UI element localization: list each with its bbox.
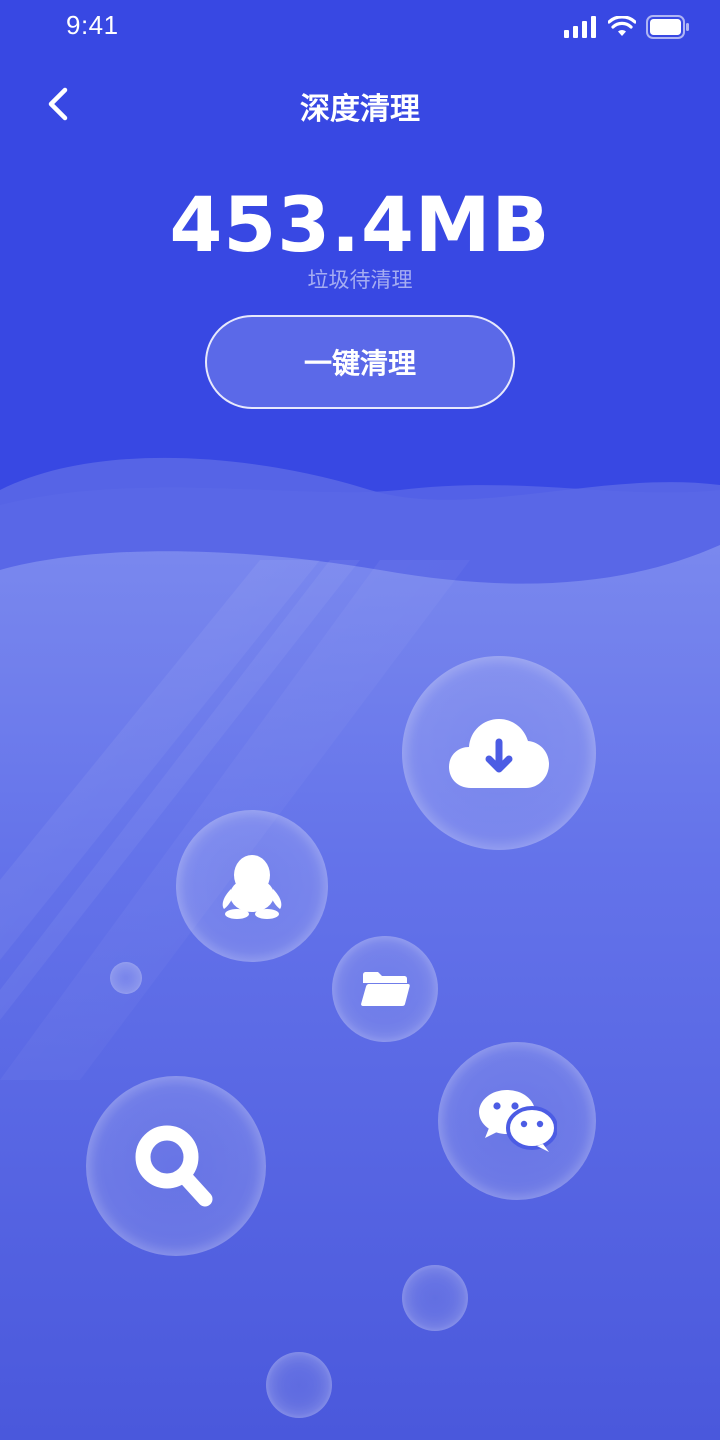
status-time: 9:41 [66, 10, 119, 40]
cloud-download-icon [449, 719, 549, 788]
junk-caption: 垃圾待清理 [307, 268, 413, 292]
folder-icon [361, 972, 410, 1006]
search-icon [135, 1125, 213, 1207]
page-title: 深度清理 [300, 92, 420, 127]
one-click-clean-button[interactable]: 一键清理 [205, 315, 515, 409]
junk-size-value: 453.4MB [169, 180, 551, 269]
small-bubble [402, 1265, 468, 1331]
qq-bubble[interactable] [176, 810, 328, 962]
folder-bubble[interactable] [332, 936, 438, 1042]
status-icons [564, 14, 690, 40]
wechat-bubble[interactable] [438, 1042, 596, 1200]
clean-button-label: 一键清理 [303, 347, 416, 380]
qq-penguin-icon [222, 855, 282, 919]
status-bar: 9:41 [0, 0, 720, 54]
battery-icon [646, 15, 689, 39]
deep-clean-screen: 9:41 深度清理 453.4MB 垃圾待清理 一键清理 [0, 0, 720, 1440]
signal-icon [564, 16, 596, 38]
small-bubble [266, 1352, 332, 1418]
wechat-icon [479, 1090, 557, 1152]
search-bubble[interactable] [86, 1076, 266, 1256]
small-bubble [110, 962, 142, 994]
wifi-icon [608, 16, 636, 36]
download-bubble[interactable] [402, 656, 596, 850]
